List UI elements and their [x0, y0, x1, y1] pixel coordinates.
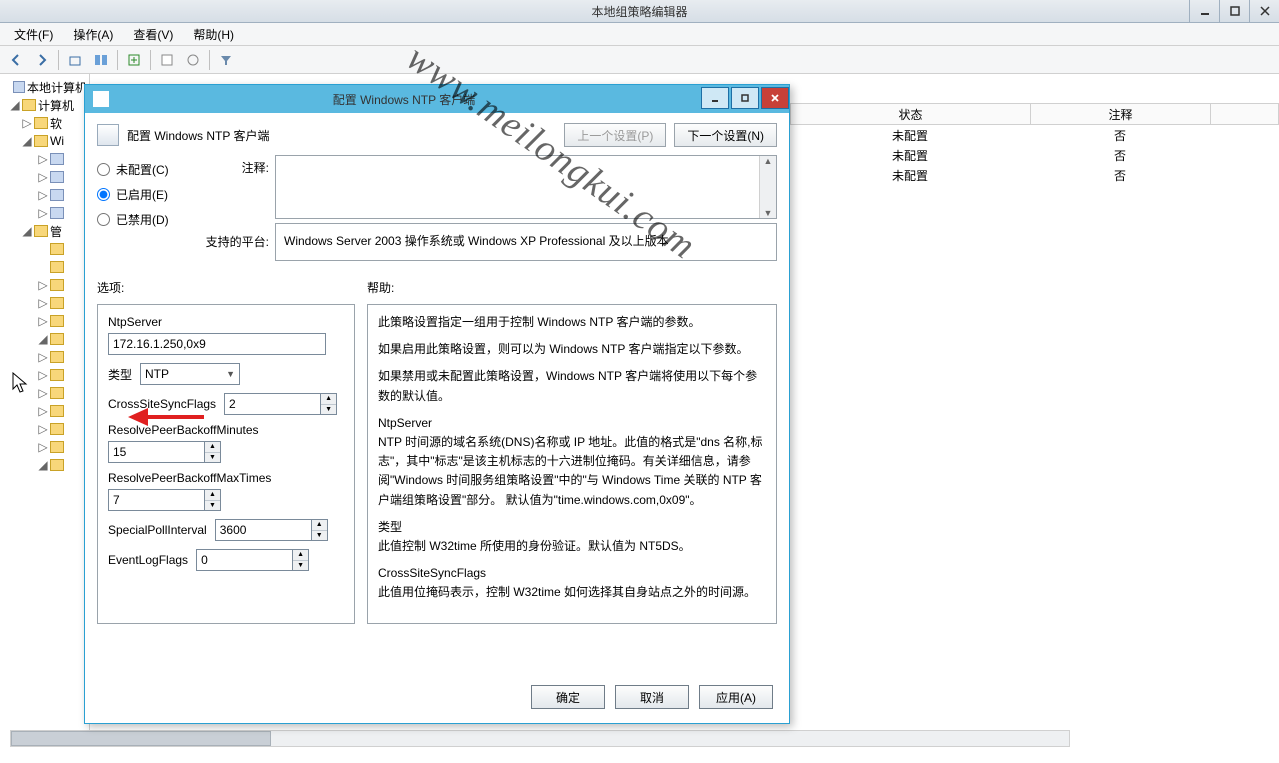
list-row[interactable]: 未配置 否: [790, 125, 1279, 145]
tree-node[interactable]: 软: [50, 115, 62, 132]
resolvemin-spinner[interactable]: 15▲▼: [108, 441, 344, 463]
policy-title: 配置 Windows NTP 客户端: [127, 127, 556, 144]
menu-file[interactable]: 文件(F): [6, 23, 61, 46]
help-panel[interactable]: 此策略设置指定一组用于控制 Windows NTP 客户端的参数。 如果启用此策…: [367, 304, 777, 624]
apply-button[interactable]: 应用(A): [699, 685, 773, 709]
back-button[interactable]: [4, 48, 28, 72]
forward-button[interactable]: [30, 48, 54, 72]
crosssite-spinner[interactable]: 2▲▼: [224, 393, 337, 415]
main-title: 本地组策略编辑器: [591, 3, 687, 20]
type-label: 类型: [108, 366, 132, 383]
type-combobox[interactable]: NTP▼: [140, 363, 240, 385]
list-row[interactable]: 未配置 否: [790, 145, 1279, 165]
ok-button[interactable]: 确定: [531, 685, 605, 709]
minimize-button[interactable]: [1189, 0, 1219, 22]
dialog-maximize-button[interactable]: [731, 87, 759, 109]
options-panel: NtpServer 类型 NTP▼ CrossSiteSyncFlags 2▲▼…: [97, 304, 355, 624]
eventlog-spinner[interactable]: 0▲▼: [196, 549, 309, 571]
ntpserver-input[interactable]: [108, 333, 326, 355]
radio-enabled[interactable]: 已启用(E): [97, 186, 187, 203]
comment-textarea[interactable]: ▲▼: [275, 155, 777, 219]
ntpserver-label: NtpServer: [108, 315, 344, 329]
special-label: SpecialPollInterval: [108, 523, 207, 537]
list-header-comment[interactable]: 注释: [1031, 104, 1211, 124]
help-header: 帮助:: [367, 279, 777, 296]
tree-node[interactable]: Wi: [50, 134, 64, 148]
resolvemax-label: ResolvePeerBackoffMaxTimes: [108, 471, 344, 485]
chevron-down-icon: ▼: [226, 369, 235, 379]
radio-not-configured[interactable]: 未配置(C): [97, 161, 187, 178]
special-spinner[interactable]: 3600▲▼: [215, 519, 328, 541]
next-setting-button[interactable]: 下一个设置(N): [674, 123, 777, 147]
eventlog-label: EventLogFlags: [108, 553, 188, 567]
scrollbar[interactable]: ▲▼: [759, 156, 776, 218]
tree-node-computer[interactable]: 计算机: [38, 97, 74, 114]
policy-icon: [97, 124, 119, 146]
resolvemax-spinner[interactable]: 7▲▼: [108, 489, 344, 511]
dialog-title: 配置 Windows NTP 客户端: [115, 91, 693, 108]
tree-pane[interactable]: 本地计算机 ◢计算机 ▷软 ◢Wi ▷ ▷ ▷ ▷ ◢管 ▷ ▷ ▷ ◢ ▷ ▷…: [0, 74, 90, 734]
menu-view[interactable]: 查看(V): [125, 23, 181, 46]
resolvemin-label: ResolvePeerBackoffMinutes: [108, 423, 344, 437]
help-button[interactable]: [181, 48, 205, 72]
menu-action[interactable]: 操作(A): [65, 23, 121, 46]
prev-setting-button[interactable]: 上一个设置(P): [564, 123, 666, 147]
list-row[interactable]: 未配置 否: [790, 165, 1279, 185]
crosssite-label: CrossSiteSyncFlags: [108, 397, 216, 411]
tree-node-admin[interactable]: 管: [50, 223, 62, 240]
dialog-minimize-button[interactable]: [701, 87, 729, 109]
dialog-icon: [93, 91, 109, 107]
export-button[interactable]: [122, 48, 146, 72]
list-view-button[interactable]: [89, 48, 113, 72]
settings-list: 状态 注释 未配置 否 未配置 否 未配置 否: [790, 103, 1279, 185]
options-header: 选项:: [97, 279, 367, 296]
menu-help[interactable]: 帮助(H): [185, 23, 242, 46]
cancel-button[interactable]: 取消: [615, 685, 689, 709]
filter-button[interactable]: [214, 48, 238, 72]
maximize-button[interactable]: [1219, 0, 1249, 22]
list-header-status[interactable]: 状态: [791, 104, 1031, 124]
ntp-config-dialog: 配置 Windows NTP 客户端 配置 Windows NTP 客户端 上一…: [84, 84, 790, 724]
dialog-close-button[interactable]: [761, 87, 789, 109]
horizontal-scrollbar[interactable]: [10, 730, 1070, 747]
platform-label: 支持的平台:: [199, 223, 269, 261]
main-titlebar: 本地组策略编辑器: [0, 0, 1279, 23]
radio-disabled[interactable]: 已禁用(D): [97, 211, 187, 228]
up-button[interactable]: [63, 48, 87, 72]
comment-label: 注释:: [199, 155, 269, 176]
close-button[interactable]: [1249, 0, 1279, 22]
toolbar: [0, 46, 1279, 74]
platform-text: Windows Server 2003 操作系统或 Windows XP Pro…: [275, 223, 777, 261]
dialog-titlebar[interactable]: 配置 Windows NTP 客户端: [85, 85, 789, 113]
properties-button[interactable]: [155, 48, 179, 72]
tree-root[interactable]: 本地计算机: [27, 79, 87, 96]
menu-bar: 文件(F) 操作(A) 查看(V) 帮助(H): [0, 23, 1279, 46]
